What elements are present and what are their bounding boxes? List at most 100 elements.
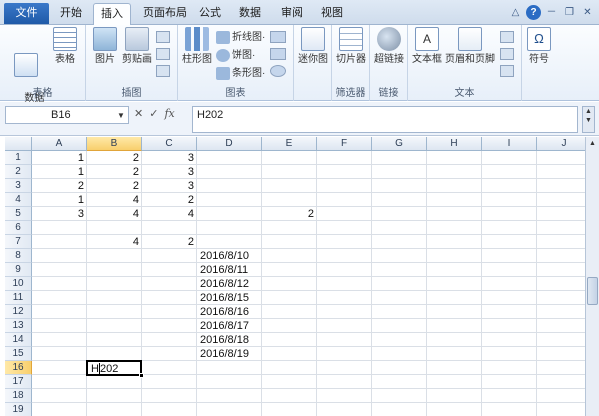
cell-B7[interactable]: 4 xyxy=(87,235,142,249)
cell-D10[interactable]: 2016/8/12 xyxy=(197,277,262,291)
cell-C7[interactable]: 2 xyxy=(142,235,197,249)
cell-D8[interactable]: 2016/8/10 xyxy=(197,249,262,263)
cell-A2[interactable]: 1 xyxy=(32,165,87,179)
scatter-chart-icon[interactable] xyxy=(270,48,286,60)
cancel-icon[interactable]: ✕ xyxy=(134,107,143,123)
row-header-19[interactable]: 19 xyxy=(5,403,32,416)
enter-icon[interactable]: ✓ xyxy=(149,107,158,123)
cell-D15[interactable]: 2016/8/19 xyxy=(197,347,262,361)
pie-chart-button[interactable]: 饼图· xyxy=(216,47,255,64)
column-header-G[interactable]: G xyxy=(372,137,427,151)
help-icon[interactable]: ? xyxy=(526,5,541,20)
symbol-button[interactable]: Ω 符号 xyxy=(524,27,554,66)
cell-C3[interactable]: 3 xyxy=(142,179,197,193)
scroll-thumb[interactable] xyxy=(587,277,598,305)
cell-C5[interactable]: 4 xyxy=(142,207,197,221)
chevron-down-icon[interactable]: ▼ xyxy=(117,111,125,120)
tab-formulas[interactable]: 公式 xyxy=(196,3,224,25)
name-box[interactable]: B16 xyxy=(5,106,129,124)
cell-C1[interactable]: 3 xyxy=(142,151,197,165)
picture-button[interactable]: 图片 xyxy=(90,27,120,66)
column-chart-button[interactable]: 柱形图 xyxy=(180,27,214,66)
cell-C2[interactable]: 3 xyxy=(142,165,197,179)
row-header-7[interactable]: 7 xyxy=(5,235,32,249)
cell-B1[interactable]: 2 xyxy=(87,151,142,165)
worksheet-grid[interactable]: A B C D E F G H I J 1 2 3 4 5 6 7 8 9 10 11 12 13 14 15 16 17 18 19 1… xyxy=(0,137,592,416)
cell-A1[interactable]: 1 xyxy=(32,151,87,165)
row-header-18[interactable]: 18 xyxy=(5,389,32,403)
column-header-D[interactable]: D xyxy=(197,137,262,151)
row-header-12[interactable]: 12 xyxy=(5,305,32,319)
row-header-13[interactable]: 13 xyxy=(5,319,32,333)
screenshot-icon[interactable] xyxy=(156,65,170,77)
cell-D9[interactable]: 2016/8/11 xyxy=(197,263,262,277)
column-header-E[interactable]: E xyxy=(262,137,317,151)
fill-handle[interactable] xyxy=(139,373,144,378)
row-header-14[interactable]: 14 xyxy=(5,333,32,347)
column-header-H[interactable]: H xyxy=(427,137,482,151)
active-cell-editor[interactable]: H202 xyxy=(88,362,121,376)
row-header-15[interactable]: 15 xyxy=(5,347,32,361)
column-header-B[interactable]: B xyxy=(87,137,142,151)
tab-home[interactable]: 开始 xyxy=(54,3,88,25)
row-header-1[interactable]: 1 xyxy=(5,151,32,165)
header-footer-button[interactable]: 页眉和页脚 xyxy=(444,27,496,66)
hyperlink-button[interactable]: 超链接 xyxy=(372,27,406,66)
wordart-icon[interactable] xyxy=(500,31,514,43)
cell-A3[interactable]: 2 xyxy=(32,179,87,193)
other-charts-icon[interactable] xyxy=(270,65,286,77)
tab-view[interactable]: 视图 xyxy=(316,3,348,25)
row-header-8[interactable]: 8 xyxy=(5,249,32,263)
tab-insert[interactable]: 插入 xyxy=(93,3,131,26)
cell-A4[interactable]: 1 xyxy=(32,193,87,207)
select-all-corner[interactable] xyxy=(5,137,32,151)
cell-B4[interactable]: 4 xyxy=(87,193,142,207)
tab-page-layout[interactable]: 页面布局 xyxy=(139,3,191,25)
cell-D11[interactable]: 2016/8/15 xyxy=(197,291,262,305)
minimize-icon[interactable]: － xyxy=(544,5,559,20)
shapes-icon[interactable] xyxy=(156,31,170,43)
restore-icon[interactable]: ❐ xyxy=(562,5,577,20)
vertical-scrollbar[interactable]: ▲ xyxy=(585,137,599,416)
table-button[interactable]: 表格 xyxy=(48,27,82,66)
cell-B3[interactable]: 2 xyxy=(87,179,142,193)
cell-D13[interactable]: 2016/8/17 xyxy=(197,319,262,333)
bar-chart-button[interactable]: 条形图· xyxy=(216,65,265,82)
text-box-button[interactable]: A 文本框 xyxy=(410,27,444,66)
minimize-ribbon-icon[interactable]: △ xyxy=(508,5,523,20)
row-header-11[interactable]: 11 xyxy=(5,291,32,305)
row-header-5[interactable]: 5 xyxy=(5,207,32,221)
column-header-I[interactable]: I xyxy=(482,137,537,151)
row-header-9[interactable]: 9 xyxy=(5,263,32,277)
tab-data[interactable]: 数据 xyxy=(234,3,266,25)
close-icon[interactable]: ✕ xyxy=(580,5,595,20)
column-header-F[interactable]: F xyxy=(317,137,372,151)
row-header-16[interactable]: 16 xyxy=(5,361,32,375)
cell-C4[interactable]: 2 xyxy=(142,193,197,207)
sparklines-button[interactable]: 迷你图 xyxy=(296,27,330,66)
column-header-A[interactable]: A xyxy=(32,137,87,151)
tab-file[interactable]: 文件 xyxy=(4,3,49,24)
formula-input[interactable]: H202 xyxy=(192,106,578,133)
column-header-C[interactable]: C xyxy=(142,137,197,151)
row-header-17[interactable]: 17 xyxy=(5,375,32,389)
row-header-2[interactable]: 2 xyxy=(5,165,32,179)
cell-A5[interactable]: 3 xyxy=(32,207,87,221)
row-header-3[interactable]: 3 xyxy=(5,179,32,193)
smartart-icon[interactable] xyxy=(156,48,170,60)
cell-E5[interactable]: 2 xyxy=(262,207,317,221)
row-header-10[interactable]: 10 xyxy=(5,277,32,291)
row-header-4[interactable]: 4 xyxy=(5,193,32,207)
scroll-up-icon[interactable]: ▲ xyxy=(587,138,598,150)
cell-D14[interactable]: 2016/8/18 xyxy=(197,333,262,347)
object-icon[interactable] xyxy=(500,65,514,77)
column-header-J[interactable]: J xyxy=(537,137,592,151)
cell-B5[interactable]: 4 xyxy=(87,207,142,221)
cell-D12[interactable]: 2016/8/16 xyxy=(197,305,262,319)
clip-art-button[interactable]: 剪贴画 xyxy=(120,27,154,66)
active-cell-B16[interactable]: H202 xyxy=(86,360,142,376)
fx-icon[interactable]: fx xyxy=(164,107,174,123)
area-chart-icon[interactable] xyxy=(270,31,286,43)
line-chart-button[interactable]: 折线图· xyxy=(216,29,265,46)
signature-line-icon[interactable] xyxy=(500,48,514,60)
